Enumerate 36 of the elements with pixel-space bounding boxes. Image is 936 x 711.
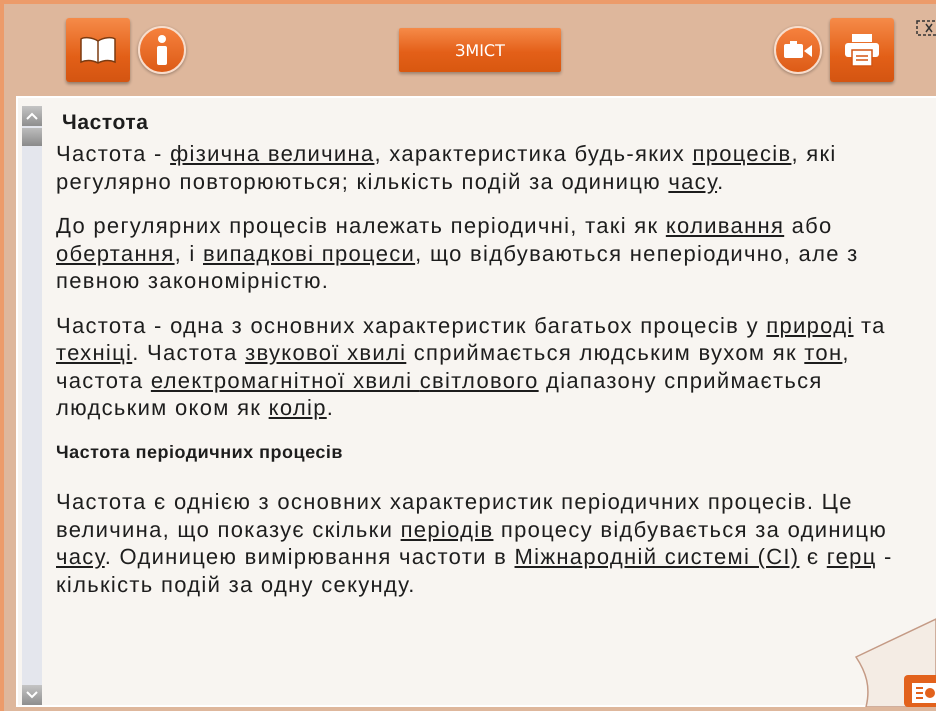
scroll-up-button[interactable] [22, 106, 42, 126]
link[interactable]: герц [826, 544, 877, 569]
paragraph: До регулярних процесів належать періодичні, такі як коливання або обертання, і випадкові процеси, що відбуваються неперіодично, але з певною закономірністю. [56, 212, 860, 294]
article-title: Частота [62, 110, 150, 136]
fullscreen-icon[interactable] [916, 20, 936, 36]
section-heading: Частота періодичних процесів [56, 440, 344, 464]
link[interactable]: коливання [666, 213, 784, 238]
info-icon [155, 35, 169, 65]
book-icon [78, 35, 118, 65]
scroll-down-button[interactable] [22, 685, 42, 705]
scrollbar-thumb[interactable] [22, 128, 42, 146]
link[interactable]: техніці [56, 340, 132, 365]
link[interactable]: часу [56, 544, 105, 569]
print-button[interactable] [830, 18, 894, 82]
printer-icon [844, 33, 880, 67]
link[interactable]: часу [668, 168, 718, 194]
link[interactable]: звукової хвилі [245, 340, 406, 365]
link[interactable]: фізична величина [170, 141, 374, 166]
info-button[interactable] [138, 26, 186, 74]
link[interactable]: колір [268, 395, 327, 420]
book-button[interactable] [66, 18, 130, 82]
link[interactable]: процесів [692, 141, 792, 166]
link[interactable]: Міжнародній системі (СІ) [514, 544, 800, 569]
paragraph: Частота є однією з основних характеристик періодичних процесів. Це величина, що показує скільки періодів процесу відбувається за одиницю часу. Одиницею вимірювання частоти в Міжнародній системі (СІ) є герц - кількість подій за одну секунду. [56, 488, 894, 598]
link[interactable]: періодів [400, 516, 494, 542]
paragraph: Частота - одна з основних характеристик багатьох процесів у природі та техніці. Частота звукової хвилі сприймається людським вухом як тон, частота електромагнітної хвилі світлового діапазону сприймається людським оком як колір. [56, 312, 887, 422]
link[interactable]: обертання [56, 240, 175, 266]
link[interactable]: електромагнітної хвилі [150, 368, 420, 392]
link[interactable]: тон [804, 340, 842, 365]
link[interactable]: випадкові процеси [203, 240, 416, 266]
video-camera-icon [783, 40, 813, 60]
link[interactable]: світлового [420, 368, 539, 392]
video-button[interactable] [774, 26, 822, 74]
paragraph: Частота - фізична величина, характеристика будь-яких процесів, які регулярно повторюються; кількість подій за одиницю часу. [56, 140, 838, 195]
link[interactable]: природі [766, 312, 854, 338]
scrollbar[interactable] [22, 106, 42, 705]
